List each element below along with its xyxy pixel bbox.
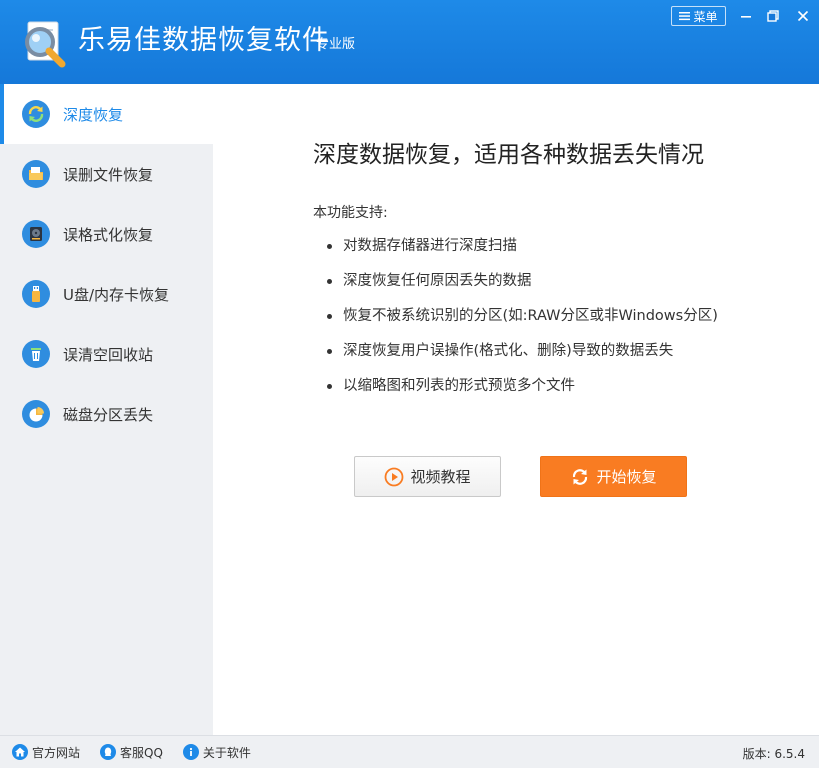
list-item: 深度恢复任何原因丢失的数据 — [327, 269, 718, 304]
title-bar: 乐易佳数据恢复软件 专业版 菜单 — [0, 0, 819, 84]
sidebar: 深度恢复 误删文件恢复 误格式化恢复 U盘/内存卡恢复 误清空回收站 磁盘分区丢… — [0, 84, 213, 735]
restore-icon — [767, 10, 779, 22]
maximize-button[interactable] — [762, 6, 784, 26]
video-tutorial-label: 视频教程 — [410, 468, 471, 486]
list-item: 深度恢复用户误操作(格式化、删除)导致的数据丢失 — [327, 339, 718, 374]
sidebar-item-label: 深度恢复 — [63, 105, 124, 124]
usb-icon — [22, 280, 50, 308]
minimize-button[interactable] — [735, 6, 757, 26]
about-software-link[interactable]: 关于软件 — [182, 744, 251, 761]
recycle-bin-icon — [22, 340, 50, 368]
sidebar-item-label: 误格式化恢复 — [63, 225, 154, 244]
version-label: 版本: 6.5.4 — [742, 747, 805, 761]
sidebar-item-deep-recovery[interactable]: 深度恢复 — [0, 84, 213, 144]
edition-label: 专业版 — [316, 37, 356, 52]
main-panel: 深度数据恢复，适用各种数据丢失情况 本功能支持: 对数据存储器进行深度扫描 深度… — [213, 84, 819, 735]
start-recovery-button[interactable]: 开始恢复 — [540, 456, 687, 497]
support-qq-label: 客服QQ — [120, 745, 163, 760]
folder-icon — [22, 160, 50, 188]
home-icon — [12, 744, 28, 760]
disk-icon — [22, 220, 50, 248]
list-item: 对数据存储器进行深度扫描 — [327, 234, 718, 269]
sidebar-item-deleted-file-recovery[interactable]: 误删文件恢复 — [0, 144, 213, 204]
hamburger-icon — [679, 12, 691, 21]
close-icon — [797, 10, 809, 22]
pie-chart-icon — [22, 400, 50, 428]
minimize-icon — [741, 16, 751, 18]
list-item: 恢复不被系统识别的分区(如:RAW分区或非Windows分区) — [327, 304, 718, 339]
close-button[interactable] — [792, 6, 814, 26]
play-icon — [385, 467, 404, 486]
sidebar-item-partition-loss[interactable]: 磁盘分区丢失 — [0, 384, 213, 444]
support-qq-link[interactable]: 客服QQ — [100, 744, 163, 761]
sidebar-item-recycle-bin-recovery[interactable]: 误清空回收站 — [0, 324, 213, 384]
start-recovery-label: 开始恢复 — [596, 468, 657, 486]
official-website-link[interactable]: 官方网站 — [12, 744, 80, 761]
magnifier-logo-icon — [25, 21, 66, 68]
sidebar-item-usb-card-recovery[interactable]: U盘/内存卡恢复 — [0, 264, 213, 324]
sidebar-item-format-recovery[interactable]: 误格式化恢复 — [0, 204, 213, 264]
list-item: 以缩略图和列表的形式预览多个文件 — [327, 374, 718, 409]
sidebar-item-label: U盘/内存卡恢复 — [63, 285, 170, 304]
feature-list: 对数据存储器进行深度扫描 深度恢复任何原因丢失的数据 恢复不被系统识别的分区(如… — [327, 234, 718, 409]
app-title: 乐易佳数据恢复软件 — [78, 25, 330, 56]
official-website-label: 官方网站 — [32, 745, 81, 760]
video-tutorial-button[interactable]: 视频教程 — [354, 456, 501, 497]
sidebar-item-label: 磁盘分区丢失 — [63, 405, 154, 424]
about-software-label: 关于软件 — [202, 745, 251, 760]
support-heading: 本功能支持: — [313, 205, 388, 221]
menu-button[interactable]: 菜单 — [671, 6, 726, 26]
refresh-icon — [573, 468, 588, 485]
page-title: 深度数据恢复，适用各种数据丢失情况 — [313, 142, 704, 168]
menu-label: 菜单 — [693, 9, 718, 24]
sidebar-item-label: 误删文件恢复 — [63, 165, 154, 184]
info-icon — [182, 744, 199, 760]
qq-icon — [100, 744, 117, 760]
refresh-icon — [22, 100, 50, 128]
sidebar-item-label: 误清空回收站 — [63, 345, 154, 364]
status-bar: 官方网站 客服QQ 关于软件 版本: 6.5.4 — [0, 735, 819, 768]
